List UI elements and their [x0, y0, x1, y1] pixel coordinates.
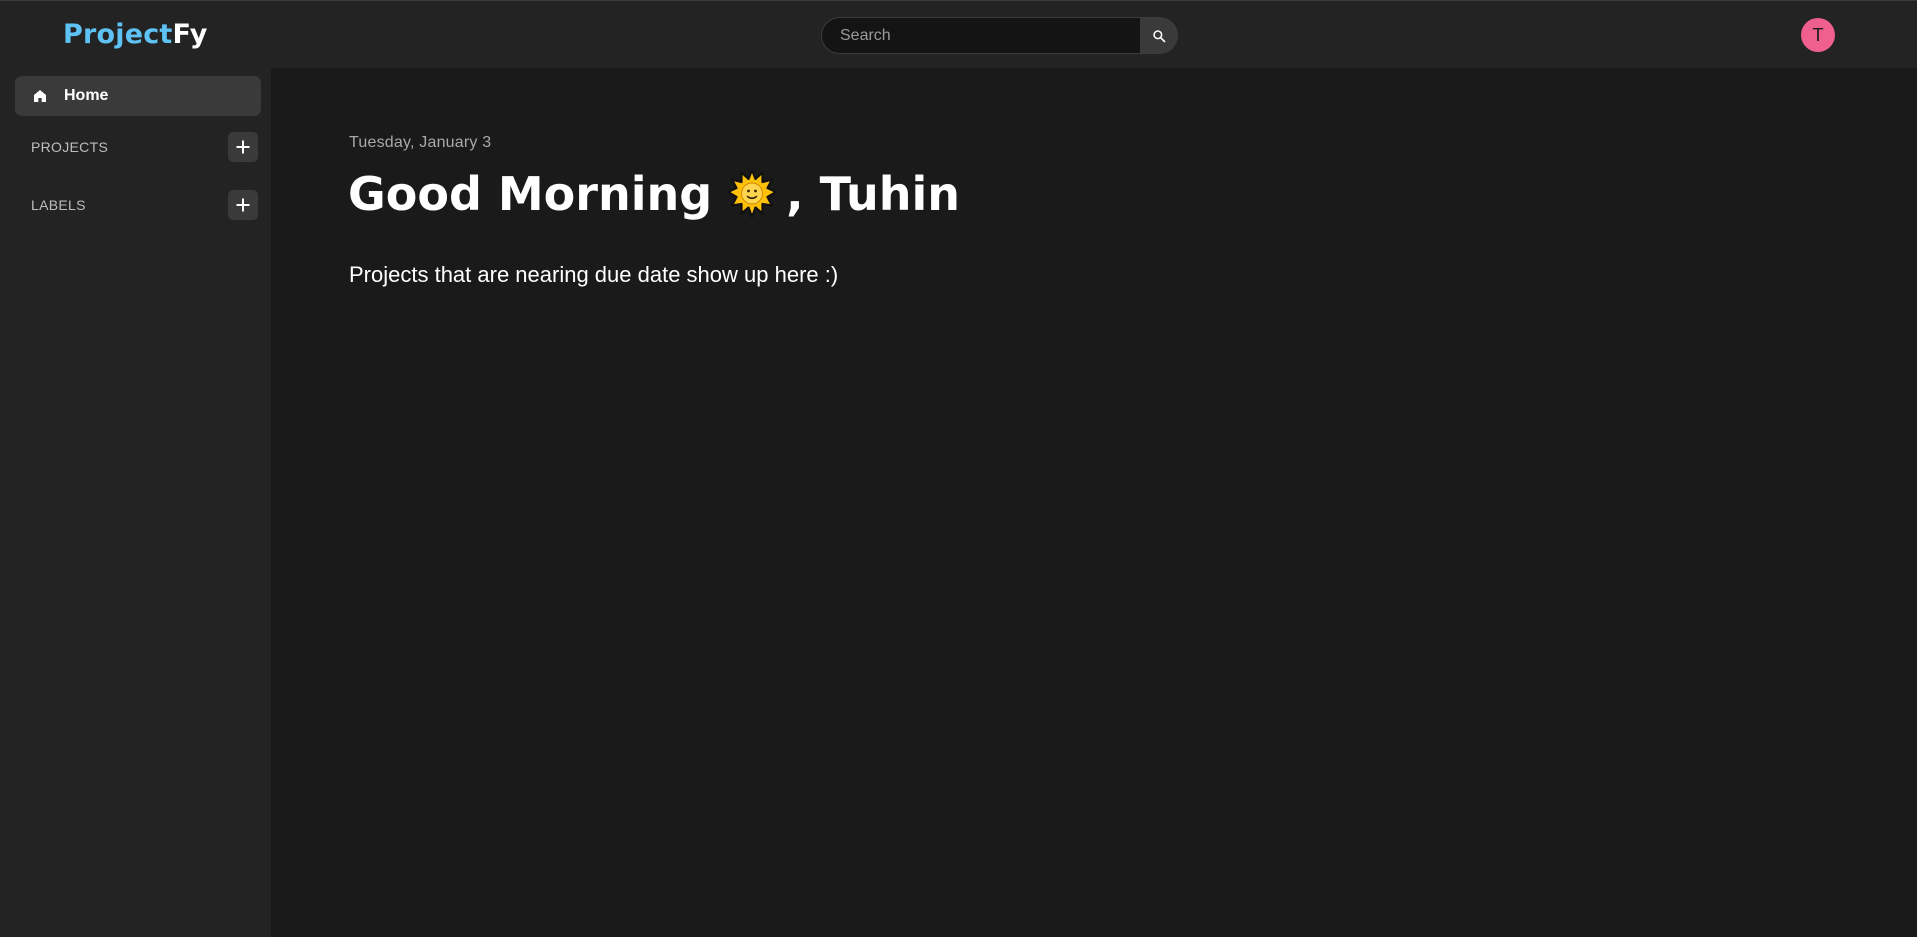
user-avatar[interactable]: T: [1801, 18, 1835, 52]
sidebar: Home PROJECTS LABELS: [0, 68, 271, 937]
search-button[interactable]: [1140, 17, 1178, 54]
plus-icon: [236, 140, 250, 154]
logo-part-fy: Fy: [172, 19, 208, 50]
sun-emoji-icon: [726, 168, 778, 220]
search-bar: [821, 17, 1178, 54]
top-bar: ProjectFy T: [0, 0, 1917, 68]
labels-section-title: LABELS: [31, 197, 86, 213]
app-root: ProjectFy T Home PROJECTS: [0, 0, 1917, 937]
search-input[interactable]: [821, 17, 1140, 54]
projects-section-title: PROJECTS: [31, 139, 109, 155]
sidebar-item-home[interactable]: Home: [15, 76, 261, 116]
greeting-heading: Good Morning , Tuhin: [348, 165, 960, 223]
add-project-button[interactable]: [228, 132, 258, 162]
sidebar-section-labels: LABELS: [0, 190, 271, 220]
greeting-username: , Tuhin: [786, 167, 960, 221]
sidebar-section-projects: PROJECTS: [0, 132, 271, 162]
home-icon: [31, 87, 49, 105]
add-label-button[interactable]: [228, 190, 258, 220]
plus-icon: [236, 198, 250, 212]
logo-part-project: Project: [63, 19, 173, 50]
greeting-text: Good Morning: [348, 167, 713, 221]
current-date: Tuesday, January 3: [349, 134, 492, 151]
search-icon: [1153, 29, 1166, 42]
empty-state-message: Projects that are nearing due date show …: [349, 262, 839, 287]
app-logo[interactable]: ProjectFy: [63, 18, 208, 52]
sidebar-item-label: Home: [64, 87, 109, 104]
main-content: Tuesday, January 3 Good Morning , Tuhin …: [271, 68, 1917, 937]
